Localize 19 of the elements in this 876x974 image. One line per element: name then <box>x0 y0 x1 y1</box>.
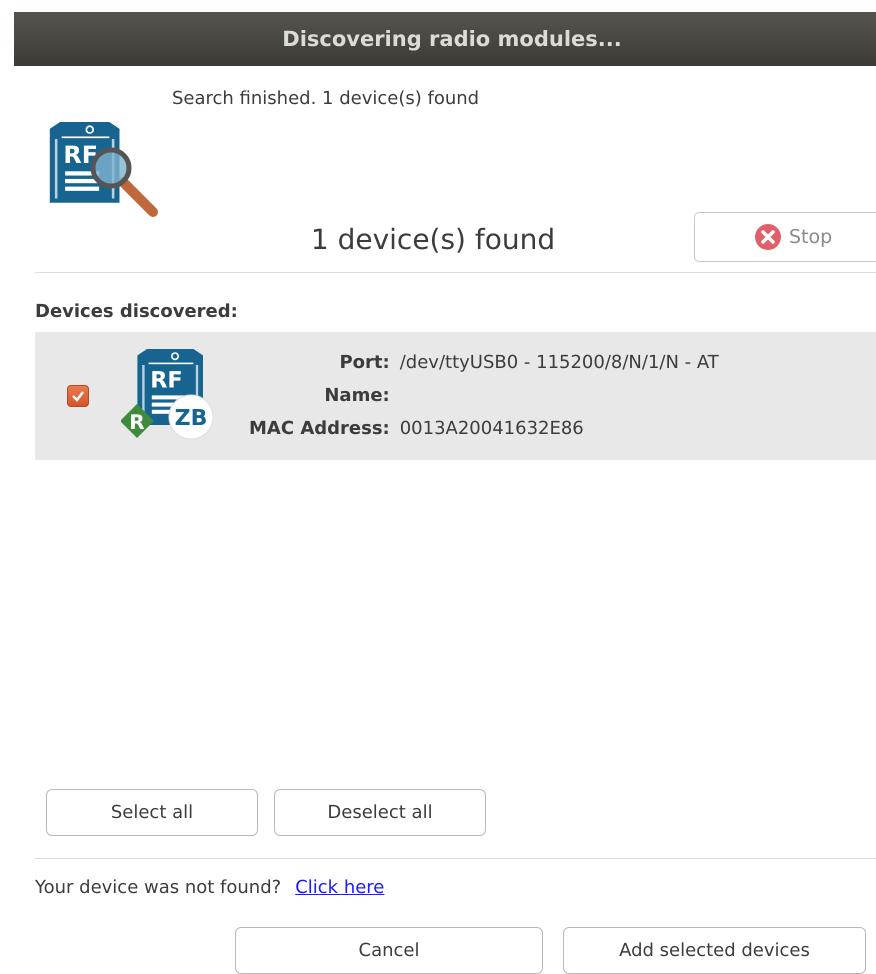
found-count: 1 device(s) found <box>310 222 556 256</box>
help-link[interactable]: Click here <box>295 877 384 898</box>
window-title: Discovering radio modules... <box>282 27 622 51</box>
field-value: 0013A20041632E86 <box>400 418 585 440</box>
cancel-button[interactable]: Cancel <box>235 927 543 974</box>
close-icon <box>755 224 781 250</box>
section-heading: Devices discovered: <box>35 301 239 322</box>
field-label: Port: <box>338 352 390 374</box>
device-checkbox[interactable] <box>67 385 89 407</box>
field-label: Name: <box>323 385 390 407</box>
field-value: /dev/ttyUSB0 - 115200/8/N/1/N - AT <box>400 352 719 374</box>
add-button[interactable]: Add selected devices <box>563 927 866 974</box>
selection-button[interactable]: Deselect all <box>274 789 486 836</box>
checkmark-icon <box>71 389 85 403</box>
status-message: Search finished. 1 device(s) found <box>172 87 480 111</box>
help-text: Your device was not found? <box>35 877 282 898</box>
field-label: MAC Address: <box>249 418 390 440</box>
device-row[interactable]: RF R ZB Port: /dev/ttyUSB0 - 115200/8/N/1/N - AT Name: MAC Address: 0013A20041632E86 <box>35 332 876 460</box>
selection-button[interactable]: Select all <box>46 789 258 836</box>
